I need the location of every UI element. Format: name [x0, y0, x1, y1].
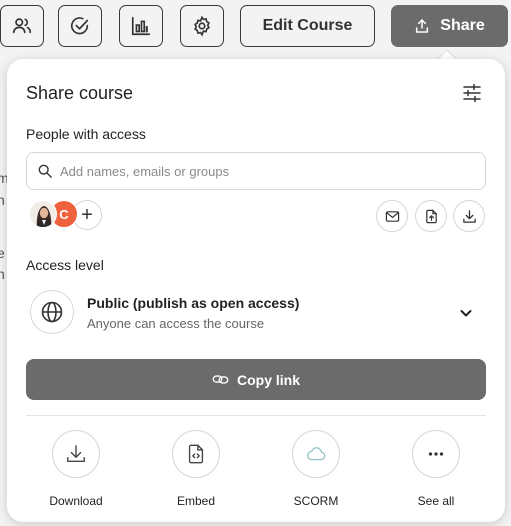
add-people-search[interactable]: [26, 152, 486, 190]
globe-icon: [41, 301, 63, 323]
access-level-label: Access level: [26, 257, 104, 273]
upload-icon: [416, 19, 429, 33]
search-icon: [38, 164, 52, 178]
sliders-icon[interactable]: [462, 83, 482, 103]
users-icon: [12, 18, 32, 34]
background-text: e: [0, 245, 5, 261]
see-all-action-label: See all: [417, 494, 455, 508]
embed-action[interactable]: Embed: [151, 430, 241, 508]
download-action-circle[interactable]: [52, 430, 100, 478]
copy-link-button[interactable]: Copy link: [26, 359, 486, 400]
avatar[interactable]: [29, 200, 57, 228]
share-label: Share: [440, 17, 485, 34]
email-share-button[interactable]: [376, 200, 408, 232]
file-upload-icon: [425, 209, 437, 223]
top-toolbar: Edit Course Share: [0, 5, 511, 47]
download-icon: [67, 445, 85, 463]
share-button[interactable]: Share: [391, 5, 508, 47]
edit-course-button[interactable]: Edit Course: [240, 5, 375, 47]
review-button[interactable]: [58, 5, 102, 47]
scorm-action-label: SCORM: [293, 494, 339, 508]
access-level-title: Public (publish as open access): [87, 295, 300, 311]
cloud-icon: [307, 447, 326, 461]
see-all-action[interactable]: See all: [391, 430, 481, 508]
copy-link-label: Copy link: [236, 371, 300, 388]
download-action[interactable]: Download: [31, 430, 121, 508]
scorm-action[interactable]: SCORM: [271, 430, 361, 508]
background-text: n: [0, 266, 5, 282]
gear-icon: [194, 15, 210, 37]
embed-icon: [188, 444, 204, 464]
mail-icon: [385, 210, 399, 222]
divider: [26, 415, 486, 416]
scorm-action-circle[interactable]: [292, 430, 340, 478]
people-with-access-label: People with access: [26, 126, 146, 142]
embed-action-label: Embed: [176, 494, 216, 508]
access-level-description: Anyone can access the course: [87, 316, 265, 331]
share-popover: Share course People with access C +: [7, 59, 505, 522]
user-photo-icon: [30, 201, 56, 227]
bar-chart-icon: [131, 16, 151, 36]
export-file-button[interactable]: [415, 200, 447, 232]
search-input[interactable]: [60, 163, 460, 179]
chevron-down-icon: [460, 310, 472, 317]
download-action-label: Download: [49, 494, 103, 508]
see-all-action-circle[interactable]: [412, 430, 460, 478]
analytics-button[interactable]: [119, 5, 163, 47]
background-text: n: [0, 192, 5, 208]
download-button[interactable]: [453, 200, 485, 232]
embed-action-circle[interactable]: [172, 430, 220, 478]
access-level-select[interactable]: Public (publish as open access) Anyone c…: [26, 288, 486, 338]
link-icon: [212, 375, 229, 384]
globe-badge: [30, 290, 74, 334]
check-circle-icon: [70, 17, 89, 35]
settings-button[interactable]: [180, 5, 224, 47]
download-icon: [462, 209, 476, 223]
popover-title: Share course: [26, 83, 134, 103]
users-button[interactable]: [0, 5, 44, 47]
more-icon: [428, 452, 444, 456]
